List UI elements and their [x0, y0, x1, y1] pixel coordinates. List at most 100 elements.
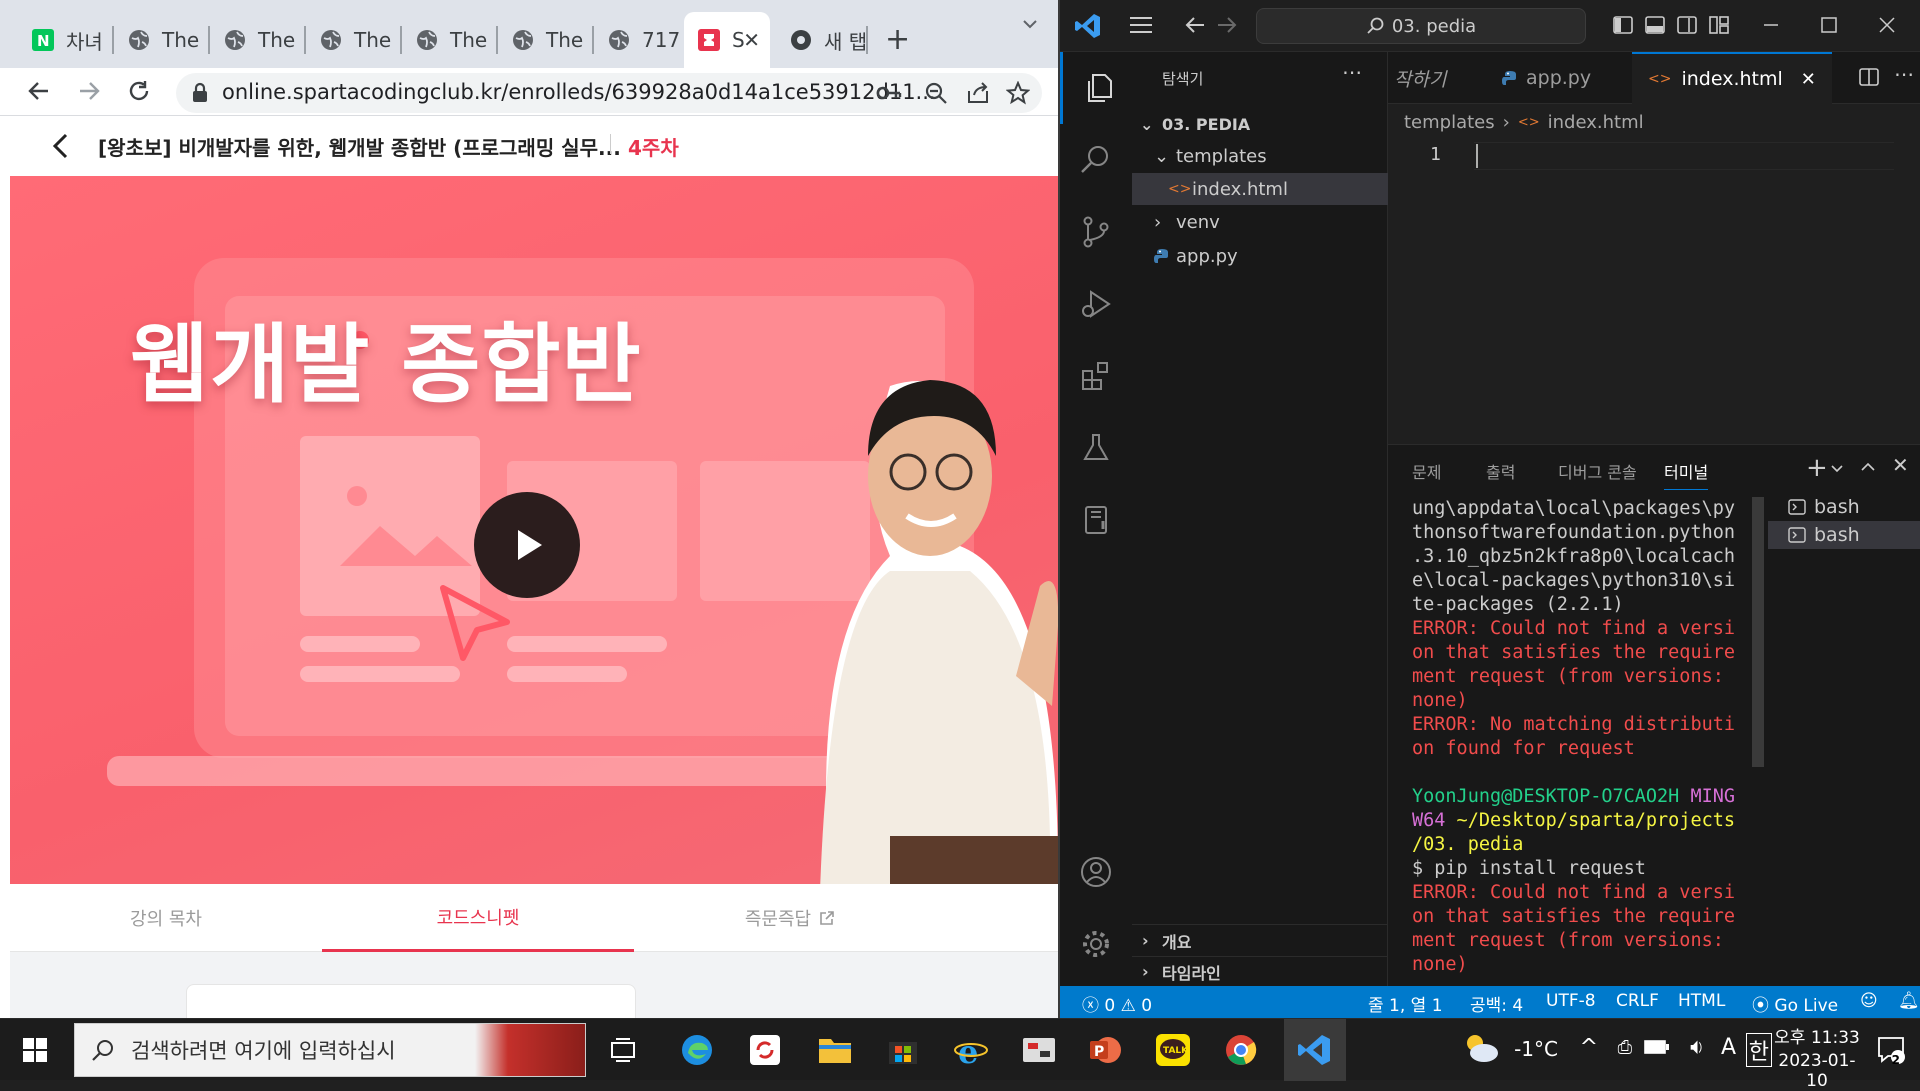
search-icon[interactable]: [1060, 124, 1132, 196]
back-icon[interactable]: [26, 78, 52, 104]
editor-tab-app-py[interactable]: app.py: [1486, 52, 1632, 104]
customize-layout-icon[interactable]: [1708, 14, 1730, 36]
go-live-button[interactable]: ⦿ Go Live: [1752, 991, 1838, 1016]
internet-explorer-icon[interactable]: e: [948, 1027, 994, 1073]
browser-tab[interactable]: 새 탭: [776, 12, 868, 68]
edge-icon[interactable]: [674, 1027, 720, 1073]
korean-input-indicator[interactable]: 한: [1745, 1033, 1772, 1067]
task-view-icon[interactable]: [600, 1027, 646, 1073]
close-window-icon[interactable]: [1876, 14, 1898, 36]
line-ending[interactable]: CRLF: [1616, 991, 1659, 1011]
indentation[interactable]: 공백: 4: [1470, 991, 1523, 1016]
terminal-list-item[interactable]: bash: [1768, 521, 1920, 549]
tab-code-snippet[interactable]: 코드스니펫: [322, 884, 634, 952]
taskbar-search-box[interactable]: 검색하려면 여기에 입력하십시: [74, 1023, 586, 1077]
editor-tab-index-html[interactable]: <> index.html ✕: [1632, 52, 1832, 104]
problems-status[interactable]: ⓧ 0 ⚠ 0: [1082, 991, 1152, 1016]
video-player[interactable]: 웹개발 종합반: [10, 176, 1058, 884]
bookmark-star-icon[interactable]: [1006, 81, 1030, 105]
browser-tab[interactable]: The: [114, 12, 210, 68]
manage-gear-icon[interactable]: [1060, 908, 1132, 980]
tree-item-index-html[interactable]: <> index.html: [1132, 173, 1388, 205]
browser-tab[interactable]: The: [498, 12, 594, 68]
minimize-icon[interactable]: [1760, 14, 1782, 36]
run-debug-icon[interactable]: [1060, 268, 1132, 340]
chevron-down-icon[interactable]: [1830, 461, 1844, 475]
language-mode[interactable]: HTML: [1678, 991, 1725, 1011]
breadcrumb-item[interactable]: index.html: [1548, 112, 1644, 133]
lock-icon[interactable]: [190, 82, 210, 104]
editor-tab-welcome[interactable]: 작하기: [1378, 52, 1476, 104]
clock-time[interactable]: 오후 11:33: [1772, 1023, 1862, 1048]
new-tab-button[interactable]: +: [885, 22, 910, 57]
breadcrumb-item[interactable]: templates: [1404, 112, 1495, 133]
tree-item-templates[interactable]: ⌄ templates: [1132, 140, 1388, 172]
tab-output[interactable]: 출력: [1486, 459, 1515, 483]
nav-back-icon[interactable]: [1184, 14, 1206, 36]
notifications-bell-icon[interactable]: 🔔︎: [1898, 991, 1920, 1011]
key-icon[interactable]: [876, 81, 902, 105]
battery-icon[interactable]: [1644, 1039, 1670, 1055]
command-center[interactable]: 03. pedia: [1256, 8, 1586, 44]
workspace-root[interactable]: ⌄ 03. PEDIA: [1132, 108, 1388, 140]
browser-tab[interactable]: 717(: [594, 12, 680, 68]
app-launcher-icon[interactable]: [1016, 1027, 1062, 1073]
browser-tab[interactable]: The: [306, 12, 402, 68]
meet-now-icon[interactable]: ⎙: [1618, 1037, 1632, 1058]
forward-icon[interactable]: [76, 78, 102, 104]
testing-flask-icon[interactable]: [1060, 412, 1132, 484]
close-tab-icon[interactable]: ✕: [1801, 69, 1816, 90]
feedback-icon[interactable]: ☺: [1860, 991, 1878, 1011]
tab-terminal[interactable]: 터미널: [1664, 459, 1709, 490]
explorer-icon[interactable]: [1060, 52, 1132, 124]
back-chevron-icon[interactable]: [50, 132, 72, 160]
chrome-icon[interactable]: [1218, 1027, 1264, 1073]
reload-icon[interactable]: [126, 78, 152, 104]
weather-cloud-icon[interactable]: [1462, 1031, 1500, 1065]
browser-tab-active[interactable]: S ✕: [684, 12, 770, 68]
maximize-icon[interactable]: [1818, 14, 1840, 36]
tab-search-chevron-icon[interactable]: [1020, 14, 1040, 34]
encoding[interactable]: UTF-8: [1546, 991, 1596, 1011]
share-icon[interactable]: [966, 81, 990, 105]
terminal-list-item[interactable]: bash: [1768, 493, 1920, 521]
play-button-icon[interactable]: [474, 492, 580, 598]
editor-more-actions-icon[interactable]: ⋯: [1894, 62, 1914, 86]
microsoft-store-icon[interactable]: [880, 1027, 926, 1073]
account-icon[interactable]: [1060, 836, 1132, 908]
close-tab-icon[interactable]: ✕: [743, 28, 760, 52]
remote-explorer-icon[interactable]: [1060, 484, 1132, 556]
tree-item-app-py[interactable]: app.py: [1132, 240, 1388, 272]
file-explorer-icon[interactable]: [812, 1027, 858, 1073]
maximize-panel-icon[interactable]: [1860, 459, 1876, 475]
tray-chevron-icon[interactable]: ^: [1580, 1035, 1598, 1060]
kakaotalk-icon[interactable]: TALK: [1150, 1027, 1196, 1073]
weather-temperature[interactable]: -1°C: [1514, 1037, 1558, 1061]
tab-problems[interactable]: 문제: [1412, 459, 1441, 483]
start-windows-icon[interactable]: [12, 1027, 58, 1073]
clock-date[interactable]: 2023-01-10: [1772, 1051, 1862, 1091]
code-editor[interactable]: 1: [1388, 140, 1920, 444]
vscode-taskbar-icon[interactable]: [1284, 1019, 1346, 1081]
browser-tab[interactable]: The: [402, 12, 498, 68]
ime-mode-indicator[interactable]: A: [1721, 1035, 1736, 1060]
outline-section[interactable]: › 개요: [1132, 924, 1388, 956]
zoom-icon[interactable]: [924, 81, 948, 105]
tree-item-venv[interactable]: › venv: [1132, 206, 1388, 238]
source-control-icon[interactable]: [1060, 196, 1132, 268]
timeline-section[interactable]: › 타임라인: [1132, 956, 1388, 986]
volume-icon[interactable]: 🔉︎: [1690, 1035, 1704, 1060]
tab-lecture-list[interactable]: 강의 목차: [10, 884, 322, 952]
toggle-secondary-sidebar-icon[interactable]: [1676, 14, 1698, 36]
new-terminal-icon[interactable]: +: [1806, 453, 1828, 483]
close-panel-icon[interactable]: ✕: [1892, 453, 1909, 477]
browser-tab[interactable]: N 차녀: [18, 12, 114, 68]
browser-tab[interactable]: The: [210, 12, 306, 68]
powerpoint-icon[interactable]: P: [1082, 1027, 1128, 1073]
toggle-sidebar-icon[interactable]: [1612, 14, 1634, 36]
toggle-panel-icon[interactable]: [1644, 14, 1666, 36]
extensions-icon[interactable]: [1060, 340, 1132, 412]
cursor-position[interactable]: 줄 1, 열 1: [1368, 991, 1443, 1016]
menu-hamburger-icon[interactable]: [1128, 14, 1154, 36]
terminal-output[interactable]: ung\appdata\local\packages\py thonsoftwar…: [1412, 497, 1832, 977]
